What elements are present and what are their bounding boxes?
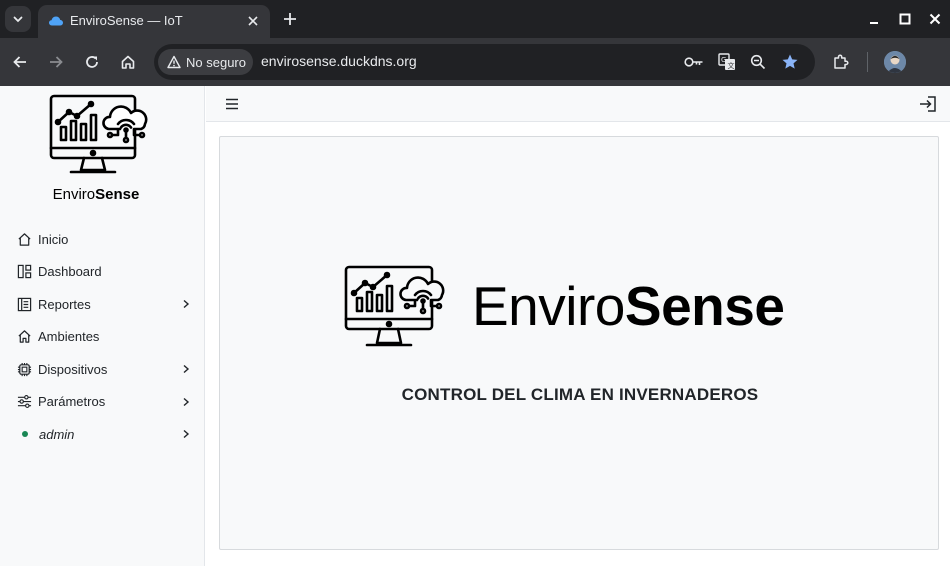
puzzle-icon	[834, 54, 849, 69]
tab-search-button[interactable]	[5, 6, 31, 32]
online-status-dot	[22, 431, 28, 438]
svg-text:文: 文	[728, 61, 735, 70]
arrow-left-icon	[13, 56, 26, 68]
security-chip[interactable]: No seguro	[158, 49, 253, 75]
top-navbar	[206, 86, 950, 122]
extensions-button[interactable]	[829, 50, 853, 74]
cpu-icon	[16, 361, 32, 377]
sidebar-item-dispositivos[interactable]: Dispositivos	[0, 353, 205, 386]
browser-tab-bar: EnviroSense — IoT	[0, 0, 950, 38]
sidebar-item-reportes[interactable]: Reportes	[0, 288, 205, 321]
house-icon	[16, 329, 32, 345]
cloud-favicon-icon	[49, 16, 63, 26]
profile-avatar[interactable]	[884, 51, 906, 73]
forward-button[interactable]	[44, 50, 68, 74]
zoom-out-icon	[750, 54, 766, 70]
reload-icon	[86, 56, 98, 68]
close-icon	[929, 13, 941, 25]
warning-triangle-icon	[167, 55, 181, 69]
tab-title: EnviroSense — IoT	[70, 13, 183, 28]
sidebar-item-label: Inicio	[38, 231, 69, 247]
minimize-button[interactable]	[864, 9, 884, 29]
translate-button[interactable]: G文	[717, 53, 737, 71]
dashboard-icon	[16, 264, 32, 280]
close-icon	[248, 16, 258, 26]
hero-subtitle: CONTROL DEL CLIMA EN INVERNADEROS	[401, 385, 759, 404]
sidebar-item-ambientes[interactable]: Ambientes	[0, 321, 205, 354]
sidebar-item-label: admin	[39, 426, 75, 442]
plus-icon	[284, 13, 296, 25]
key-icon	[684, 57, 703, 67]
password-key-button[interactable]	[684, 53, 704, 71]
reload-button[interactable]	[80, 50, 104, 74]
toolbar-separator	[867, 52, 868, 72]
tab-close-button[interactable]	[245, 13, 261, 29]
translate-icon: G文	[718, 53, 735, 70]
hero-brand-light: Enviro	[472, 275, 625, 337]
envirosense-hero-logo-icon	[344, 265, 445, 347]
chevron-right-icon	[183, 364, 190, 374]
sidebar-item-label: Parámetros	[38, 394, 106, 410]
sidebar-item-dashboard[interactable]: Dashboard	[0, 256, 205, 289]
hero-brand-bold: Sense	[624, 275, 785, 337]
envirosense-logo-icon	[49, 94, 148, 174]
back-button[interactable]	[8, 50, 32, 74]
sidebar-item-admin[interactable]: admin	[0, 418, 205, 451]
avatar-icon	[884, 51, 906, 73]
home-icon	[121, 55, 135, 69]
sidebar-logo-text: EnviroSense	[0, 186, 192, 203]
close-window-button[interactable]	[925, 9, 945, 29]
svg-text:G: G	[721, 56, 726, 64]
security-label: No seguro	[186, 54, 246, 70]
welcome-card: EnviroSense CONTROL DEL CLIMA EN INVERNA…	[219, 136, 939, 550]
sidebar-item-parametros[interactable]: Parámetros	[0, 386, 205, 419]
browser-tab-active[interactable]: EnviroSense — IoT	[38, 5, 270, 38]
sidebar-item-inicio[interactable]: Inicio	[0, 223, 205, 256]
sidebar-item-label: Ambientes	[38, 329, 100, 345]
logout-icon[interactable]	[918, 94, 938, 114]
sidebar-item-label: Reportes	[38, 296, 91, 312]
address-bar[interactable]: No seguro envirosense.duckdns.org G文	[154, 44, 815, 80]
sidebar: EnviroSense Inicio Dashboard Reportes Am…	[0, 86, 205, 566]
sidebar-item-label: Dispositivos	[38, 361, 108, 377]
browser-toolbar: No seguro envirosense.duckdns.org G文	[0, 38, 950, 86]
hero-brand-text: EnviroSense	[472, 279, 785, 334]
maximize-button[interactable]	[895, 9, 915, 29]
url-text[interactable]: envirosense.duckdns.org	[261, 53, 417, 69]
sliders-icon	[16, 394, 32, 410]
house-icon	[16, 231, 32, 247]
zoom-button[interactable]	[748, 53, 768, 71]
maximize-icon	[899, 13, 911, 25]
web-page: EnviroSense Inicio Dashboard Reportes Am…	[0, 86, 950, 566]
sidebar-menu: Inicio Dashboard Reportes Ambientes Disp…	[0, 223, 205, 451]
chevron-down-icon	[13, 16, 23, 23]
arrow-right-icon	[50, 56, 63, 68]
star-filled-icon	[782, 54, 798, 69]
chevron-right-icon	[183, 299, 190, 309]
sidebar-logo[interactable]	[46, 94, 158, 194]
bookmark-button[interactable]	[780, 53, 800, 71]
new-tab-button[interactable]	[280, 9, 300, 29]
chevron-right-icon	[183, 397, 190, 406]
home-button[interactable]	[116, 50, 140, 74]
hamburger-menu-icon[interactable]	[224, 96, 240, 112]
chevron-right-icon	[183, 429, 190, 439]
logo-text-bold: Sense	[95, 186, 140, 203]
minimize-icon	[870, 22, 878, 24]
report-icon	[16, 296, 32, 312]
logo-text-light: Enviro	[52, 186, 96, 203]
sidebar-item-label: Dashboard	[38, 264, 102, 280]
